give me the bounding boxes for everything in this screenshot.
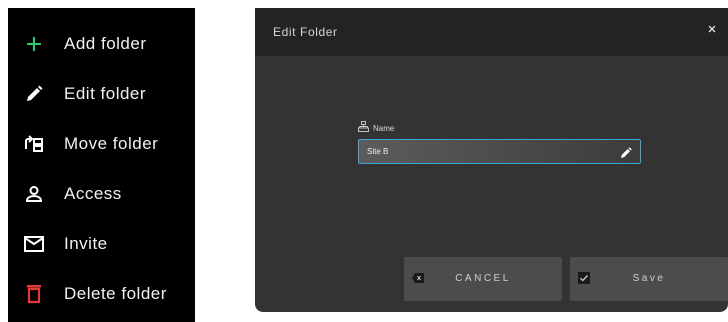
close-icon <box>708 25 716 33</box>
dialog-title: Edit Folder <box>273 25 338 39</box>
save-label: Save <box>632 273 666 284</box>
menu-item-label: Add folder <box>64 34 147 53</box>
cancel-button[interactable]: CANCEL <box>404 257 562 301</box>
mail-icon <box>24 234 44 254</box>
menu-item-label: Invite <box>64 234 108 253</box>
folder-tree-icon <box>358 119 369 137</box>
menu-item-edit-folder[interactable]: Edit folder <box>8 69 195 119</box>
close-button[interactable] <box>704 21 720 37</box>
menu-item-access[interactable]: Access <box>8 169 195 219</box>
menu-item-label: Access <box>64 184 122 203</box>
name-input[interactable]: Site B <box>358 139 641 164</box>
menu-item-move-folder[interactable]: Move folder <box>8 119 195 169</box>
pencil-icon <box>24 84 44 104</box>
dialog-header: Edit Folder <box>255 8 728 56</box>
menu-item-add-folder[interactable]: Add folder <box>8 19 195 69</box>
menu-item-delete-folder[interactable]: Delete folder <box>8 269 195 319</box>
menu-item-label: Move folder <box>64 134 159 153</box>
name-field-label-row: Name <box>358 119 395 137</box>
plus-icon <box>24 34 44 54</box>
edit-folder-dialog: Edit Folder Name Site B CANCEL Save <box>255 8 728 312</box>
menu-item-label: Delete folder <box>64 284 167 303</box>
cancel-label: CANCEL <box>455 273 511 284</box>
save-button[interactable]: Save <box>570 257 728 301</box>
folder-context-menu: Add folder Edit folder Move folder Acces… <box>8 8 195 322</box>
pencil-icon[interactable] <box>620 146 632 158</box>
menu-item-label: Edit folder <box>64 84 147 103</box>
user-icon <box>24 184 44 204</box>
move-folder-icon <box>24 134 44 154</box>
name-field-label: Name <box>373 123 395 133</box>
trash-icon <box>24 284 44 304</box>
menu-item-invite[interactable]: Invite <box>8 219 195 269</box>
